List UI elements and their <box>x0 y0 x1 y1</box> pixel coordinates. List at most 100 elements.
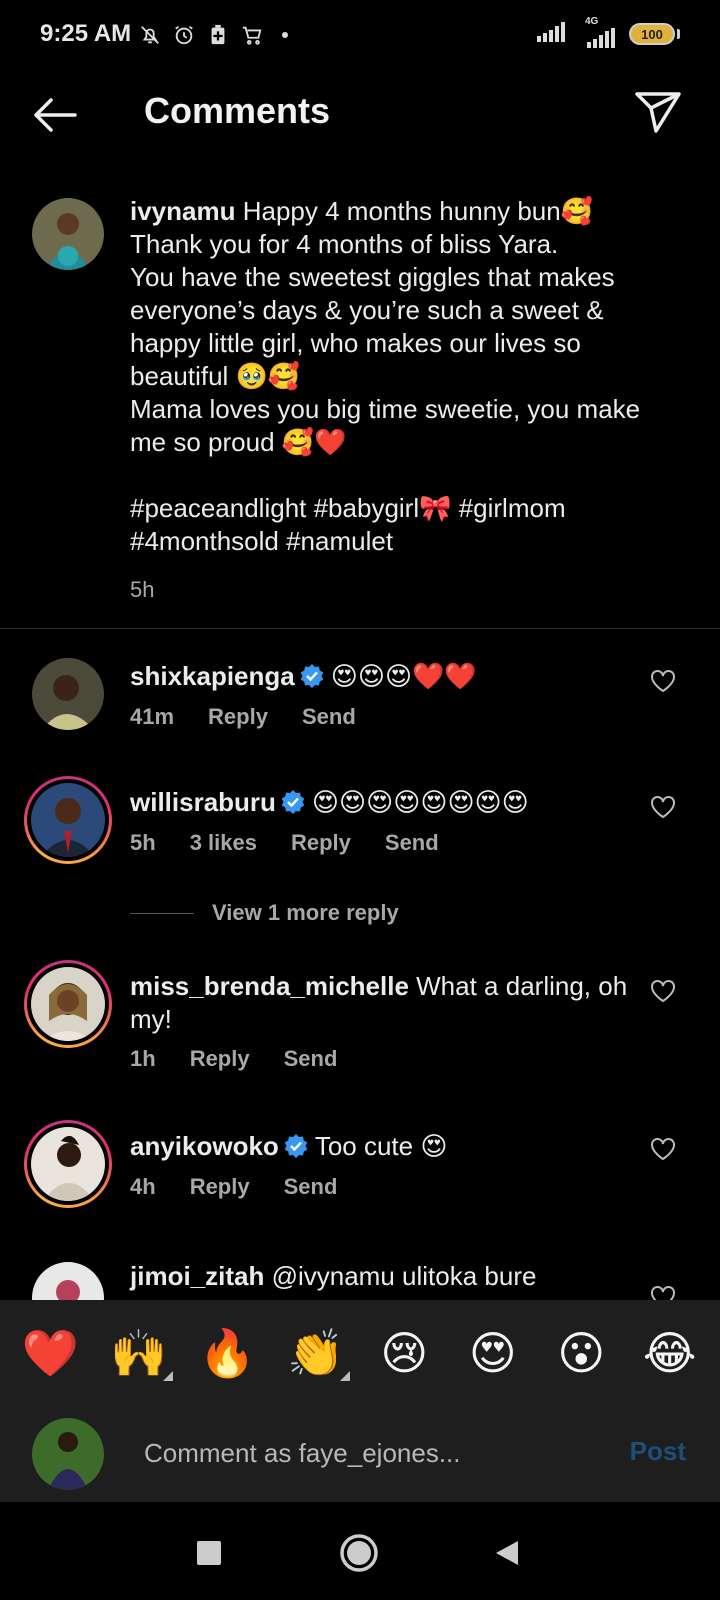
avatar <box>31 1127 105 1201</box>
system-nav-bar <box>0 1502 720 1600</box>
signal-4g-icon: 4G <box>579 16 617 48</box>
send-button[interactable]: Send <box>284 1046 338 1072</box>
avatar[interactable] <box>32 198 104 270</box>
like-button[interactable] <box>648 976 678 1006</box>
nav-back-button[interactable] <box>486 1532 528 1574</box>
avatar[interactable] <box>32 1262 104 1300</box>
story-ring[interactable] <box>24 960 112 1048</box>
comment-time: 41m <box>130 704 175 729</box>
page-title: Comments <box>144 90 331 131</box>
comment-username[interactable]: anyikowoko <box>130 1131 279 1161</box>
comment-username[interactable]: willisraburu <box>130 787 276 817</box>
current-user-avatar[interactable] <box>32 1418 104 1490</box>
comment-text: 😍😍😍❤️❤️ <box>330 662 477 692</box>
status-right: 4G 100 <box>537 16 680 48</box>
send-button[interactable]: Send <box>284 1174 338 1200</box>
comment-body: jimoi_zitah @ivynamu ulitoka bure <box>130 1260 630 1293</box>
comment-item: jimoi_zitah @ivynamu ulitoka bure <box>0 1260 720 1300</box>
triangle-back-icon <box>496 1541 518 1565</box>
reaction-laughing[interactable]: 😂 <box>634 1317 706 1389</box>
notification-dot <box>282 32 288 38</box>
comment-input[interactable] <box>144 1428 594 1478</box>
comment-text: Too cute 😍 <box>314 1131 448 1161</box>
reaction-surprised[interactable]: 😮 <box>545 1317 617 1389</box>
reaction-emoji: 👏 <box>287 1325 345 1380</box>
like-button[interactable] <box>648 792 678 822</box>
reaction-heart[interactable]: ❤️ <box>14 1317 86 1389</box>
reaction-raising-hands[interactable]: 🙌 <box>103 1317 175 1389</box>
battery-indicator: 100 <box>629 23 675 45</box>
circle-icon <box>340 1534 378 1572</box>
reaction-heart-eyes[interactable]: 😍 <box>457 1317 529 1389</box>
battery-tip <box>677 29 680 39</box>
network-label: 4G <box>585 16 599 27</box>
post-button[interactable]: Post <box>630 1436 686 1467</box>
comment-time: 4h <box>130 1174 156 1199</box>
status-icons <box>138 20 288 50</box>
mute-icon <box>138 23 162 47</box>
back-button[interactable] <box>30 90 80 140</box>
like-button[interactable] <box>648 1134 678 1164</box>
comment-username[interactable]: jimoi_zitah <box>130 1261 264 1291</box>
send-button[interactable]: Send <box>302 704 356 730</box>
reaction-crying[interactable]: 😢 <box>368 1317 440 1389</box>
comment-time: 1h <box>130 1046 156 1071</box>
home-button[interactable] <box>338 1532 380 1574</box>
alarm-icon <box>172 23 196 47</box>
caption-body: Happy 4 months hunny bun🥰 Thank you for … <box>130 196 641 556</box>
caption-username[interactable]: ivynamu <box>130 196 236 226</box>
like-button[interactable] <box>648 1282 678 1300</box>
share-button[interactable] <box>632 86 684 138</box>
comment-composer: Post <box>0 1406 720 1502</box>
comment-body: anyikowoko Too cute 😍 <box>130 1130 630 1163</box>
comment-text: @ivynamu ulitoka bure <box>264 1261 537 1291</box>
caption-text: ivynamu Happy 4 months hunny bun🥰 Thank … <box>130 195 670 558</box>
view-more-replies[interactable]: View 1 more reply <box>130 900 399 926</box>
reaction-emoji: 🙌 <box>110 1325 168 1380</box>
arrow-left-icon <box>34 98 77 132</box>
status-time: 9:25 AM <box>40 20 132 47</box>
status-bar: 9:25 AM 4G 100 <box>0 0 720 70</box>
comment-meta: 4h Reply Send <box>130 1174 337 1200</box>
heart-outline-icon <box>651 670 675 693</box>
reaction-fire[interactable]: 🔥 <box>191 1317 263 1389</box>
verified-badge-icon <box>300 664 324 688</box>
comment-text: 😍😍😍😍😍😍😍😍 <box>311 788 529 818</box>
post-caption: ivynamu Happy 4 months hunny bun🥰 Thank … <box>0 195 720 630</box>
story-ring[interactable] <box>24 1120 112 1208</box>
story-ring[interactable] <box>24 776 112 864</box>
reply-button[interactable]: Reply <box>291 830 351 856</box>
signal-icon <box>537 21 567 47</box>
recents-button[interactable] <box>188 1532 230 1574</box>
comment-body: miss_brenda_michelle What a darling, oh … <box>130 970 630 1036</box>
quick-reactions-bar: ❤️ 🙌 🔥 👏 😢 😍 😮 😂 <box>0 1300 720 1406</box>
battery-saver-icon <box>206 23 230 47</box>
verified-badge-icon <box>284 1134 308 1158</box>
comment-meta: 41m Reply Send <box>130 704 356 730</box>
heart-outline-icon <box>651 980 675 1003</box>
comment-username[interactable]: shixkapienga <box>130 661 295 691</box>
heart-outline-icon <box>651 796 675 819</box>
avatar[interactable] <box>32 658 104 730</box>
reply-button[interactable]: Reply <box>190 1046 250 1072</box>
skin-tone-indicator <box>339 1371 350 1381</box>
comment-body: willisraburu 😍😍😍😍😍😍😍😍 <box>130 786 630 820</box>
skin-tone-indicator <box>162 1371 173 1381</box>
caption-timestamp: 5h <box>130 577 155 602</box>
paper-plane-icon <box>635 92 681 133</box>
like-button[interactable] <box>648 666 678 696</box>
avatar <box>31 967 105 1041</box>
comment-meta: 1h Reply Send <box>130 1046 337 1072</box>
reply-button[interactable]: Reply <box>208 704 268 730</box>
comment-meta: 5h 3 likes Reply Send <box>130 830 439 856</box>
heart-outline-icon <box>651 1138 675 1161</box>
reply-button[interactable]: Reply <box>190 1174 250 1200</box>
send-button[interactable]: Send <box>385 830 439 856</box>
likes-count[interactable]: 3 likes <box>190 830 257 856</box>
verified-badge-icon <box>281 790 305 814</box>
divider <box>0 628 720 629</box>
reaction-clap[interactable]: 👏 <box>280 1317 352 1389</box>
comment-username[interactable]: miss_brenda_michelle <box>130 971 409 1001</box>
cart-icon <box>240 23 264 47</box>
app-header: Comments <box>0 70 720 156</box>
